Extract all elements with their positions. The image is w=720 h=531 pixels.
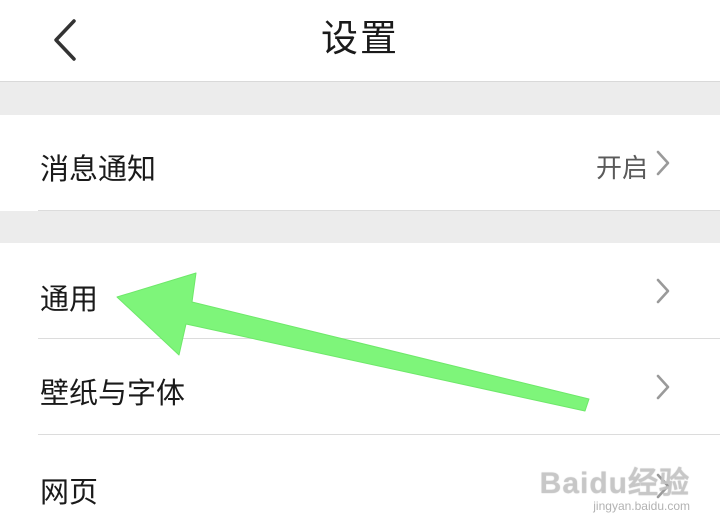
chevron-right-icon bbox=[656, 473, 670, 499]
section-gap bbox=[0, 211, 720, 243]
chevron-right-icon bbox=[656, 278, 670, 304]
settings-item-wallpaper-font[interactable]: 壁纸与字体 bbox=[0, 339, 720, 434]
notifications-status: 开启 bbox=[595, 154, 648, 184]
page-title: 设置 bbox=[321, 17, 399, 60]
settings-item-label: 通用 bbox=[40, 282, 99, 316]
settings-item-label: 壁纸与字体 bbox=[40, 376, 186, 410]
settings-item-label: 消息通知 bbox=[40, 152, 157, 186]
chevron-right-icon bbox=[656, 374, 670, 400]
settings-item-label: 网页 bbox=[40, 475, 99, 509]
section-gap bbox=[0, 82, 720, 115]
settings-item-general[interactable]: 通用 bbox=[0, 243, 720, 338]
settings-item-webpage[interactable]: 网页 bbox=[0, 435, 720, 531]
chevron-right-icon bbox=[656, 150, 670, 176]
top-bar: 设置 bbox=[0, 0, 720, 82]
settings-item-notifications[interactable]: 消息通知 开启 bbox=[0, 115, 720, 211]
